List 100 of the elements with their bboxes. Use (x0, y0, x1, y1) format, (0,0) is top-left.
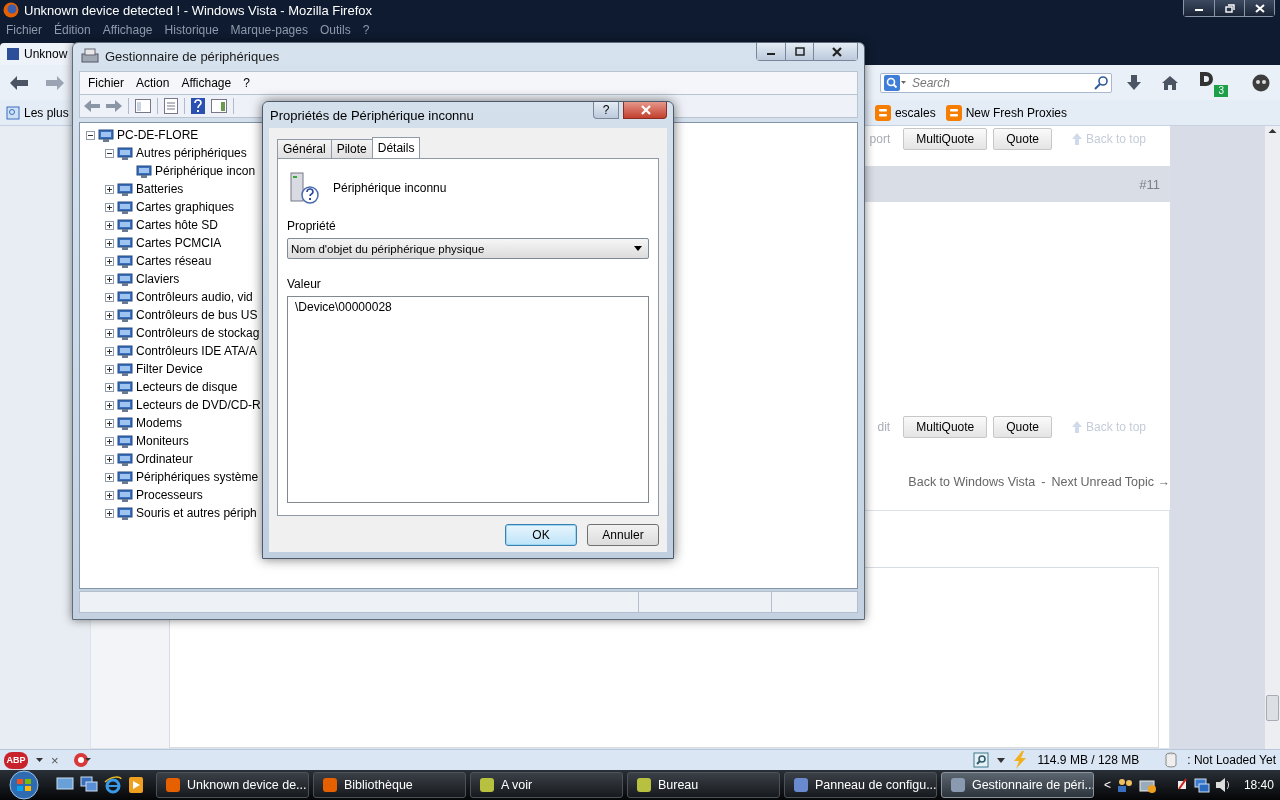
tree-item[interactable]: Ordinateur (136, 452, 193, 466)
ok-button[interactable]: OK (505, 524, 577, 546)
network-icon[interactable] (1193, 777, 1210, 793)
expand-icon[interactable] (105, 418, 114, 428)
tree-item[interactable]: Modems (136, 416, 182, 430)
tree-item[interactable]: PC-DE-FLORE (117, 128, 199, 142)
tree-item[interactable]: Cartes réseau (136, 254, 212, 268)
expand-icon[interactable] (105, 508, 114, 518)
tree-item[interactable]: Lecteurs de DVD/CD-R (136, 398, 261, 412)
lifebuoy-icon[interactable] (72, 752, 91, 768)
quote-button[interactable]: Quote (993, 128, 1052, 150)
expand-icon[interactable] (105, 328, 114, 338)
tree-item[interactable]: Lecteurs de disque (136, 380, 238, 394)
tree-item[interactable]: Périphériques système (136, 470, 259, 484)
minimize-button[interactable] (757, 43, 785, 60)
people-icon[interactable] (1115, 777, 1134, 793)
tree-item[interactable]: Processeurs (136, 488, 203, 502)
expand-icon[interactable] (105, 220, 114, 230)
scrollbar[interactable] (1265, 126, 1280, 749)
tree-item[interactable]: Contrôleurs de stockag (136, 326, 260, 340)
tree-item[interactable]: Périphérique incon (155, 164, 256, 178)
taskbar-button[interactable]: Unknown device de... (156, 772, 309, 798)
tree-item[interactable]: Cartes hôte SD (136, 218, 219, 232)
tree-item[interactable]: Contrôleurs audio, vid (136, 290, 253, 304)
cancel-button[interactable]: Annuler (587, 524, 659, 546)
menu-item[interactable]: Fichier (84, 76, 128, 90)
collapse-icon[interactable] (86, 130, 95, 140)
taskbar-button[interactable]: Bureau (626, 772, 780, 798)
close-button[interactable] (1244, 0, 1274, 16)
taskbar-button[interactable]: Panneau de configu... (783, 772, 937, 798)
menu-item[interactable]: Fichier (6, 23, 42, 37)
tree-item[interactable]: Moniteurs (136, 434, 189, 448)
menu-item[interactable]: ? (239, 76, 254, 90)
scroll-thumb[interactable] (1266, 695, 1279, 721)
tray-expand[interactable]: < (1103, 778, 1111, 792)
tree-item[interactable]: Batteries (136, 182, 184, 196)
expand-icon[interactable] (105, 436, 114, 446)
restore-button[interactable] (1214, 0, 1244, 16)
menu-item[interactable]: Historique (164, 23, 219, 37)
tab[interactable]: Général (277, 139, 332, 158)
expand-icon[interactable] (105, 490, 114, 500)
taskbar-button[interactable]: A voir (469, 772, 623, 798)
expand-icon[interactable] (105, 310, 114, 320)
bookmark[interactable]: Les plus (6, 105, 69, 120)
play-icon[interactable] (128, 776, 144, 794)
tree-item[interactable]: Souris et autres périph (136, 506, 257, 520)
tab[interactable]: Détails (371, 137, 421, 158)
bookmark[interactable]: escales (874, 104, 936, 121)
adblock-icon[interactable]: ABP (4, 751, 28, 769)
expand-icon[interactable] (105, 346, 114, 356)
tree-item[interactable]: Contrôleurs IDE ATA/A (136, 344, 257, 358)
browser-e-icon[interactable] (104, 776, 122, 794)
windows-switch-icon[interactable] (80, 776, 98, 792)
download-icon[interactable] (1126, 74, 1142, 91)
zoom-page-icon[interactable] (973, 752, 990, 768)
forward-arrow-icon[interactable] (106, 99, 122, 113)
tree-item[interactable]: Contrôleurs de bus US (136, 308, 258, 322)
action-pane-icon[interactable] (211, 99, 227, 113)
expand-icon[interactable] (105, 274, 114, 284)
search-bar[interactable]: Search (880, 72, 1112, 93)
maximize-button[interactable] (785, 43, 813, 60)
network-sync-icon[interactable] (1138, 777, 1157, 793)
taskbar-button[interactable]: Bibliothèque (313, 772, 466, 798)
expand-icon[interactable] (105, 454, 114, 464)
help-icon[interactable] (191, 98, 205, 114)
quote-button[interactable]: Quote (993, 416, 1052, 438)
property-dropdown[interactable]: Nom d'objet du périphérique physique (287, 238, 649, 259)
expand-icon[interactable] (105, 238, 114, 248)
close-button[interactable] (623, 102, 667, 119)
menu-item[interactable]: Affichage (102, 23, 153, 37)
browser-tab[interactable]: Unknow (0, 43, 76, 65)
expand-icon[interactable] (105, 256, 114, 266)
minimize-button[interactable] (1184, 0, 1214, 16)
menu-item[interactable]: Outils (319, 23, 351, 37)
tree-item[interactable]: Claviers (136, 272, 180, 286)
tab[interactable]: Pilote (330, 139, 373, 158)
expand-icon[interactable] (105, 184, 114, 194)
expand-icon[interactable] (105, 472, 114, 482)
close-addon-button[interactable]: × (51, 752, 59, 768)
multiquote-button[interactable]: MultiQuote (903, 128, 988, 150)
letter-d-icon[interactable] (1198, 70, 1214, 87)
back-arrow-icon[interactable] (10, 74, 28, 91)
home-icon[interactable] (1162, 74, 1178, 91)
tree-item[interactable]: Filter Device (136, 362, 203, 376)
menu-item[interactable]: Affichage (177, 76, 236, 90)
multiquote-button[interactable]: MultiQuote (903, 416, 988, 438)
bookmark[interactable]: New Fresh Proxies (945, 104, 1067, 121)
tree-item[interactable]: Cartes graphiques (136, 200, 235, 214)
expand-icon[interactable] (105, 400, 114, 410)
expand-icon[interactable] (105, 364, 114, 374)
taskbar-button[interactable]: Gestionnaire de péri... (940, 772, 1094, 798)
expand-icon[interactable] (105, 292, 114, 302)
properties-icon[interactable] (164, 98, 178, 114)
menu-item[interactable]: Marque-pages (230, 23, 308, 37)
help-button[interactable]: ? (593, 102, 619, 119)
menu-item[interactable]: ? (362, 23, 370, 37)
next-topic-link[interactable]: Next Unread Topic → (1051, 475, 1170, 489)
speaker-icon[interactable] (1214, 777, 1231, 793)
menu-item[interactable]: Édition (54, 23, 91, 37)
tree-item[interactable]: Autres périphériques (136, 146, 247, 160)
